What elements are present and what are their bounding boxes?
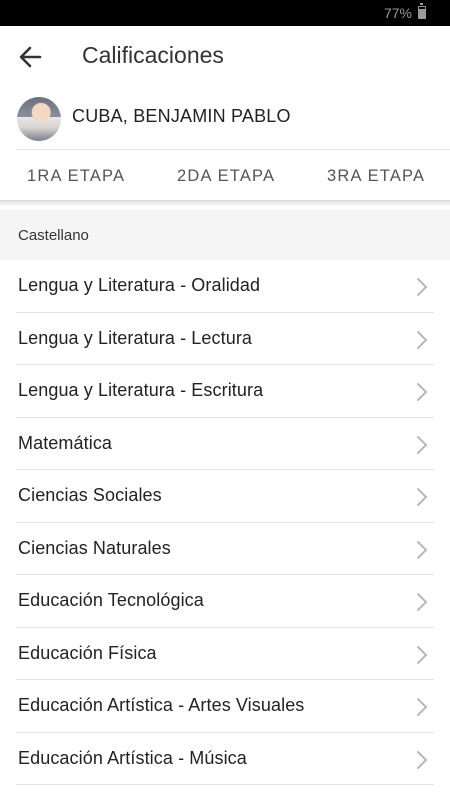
chevron-right-icon	[417, 540, 428, 559]
subject-label: Matemática	[18, 432, 113, 453]
section-title: Castellano	[18, 227, 89, 244]
chevron-right-icon	[417, 488, 428, 506]
avatar	[17, 97, 61, 141]
student-header: CUBA, BENJAMIN PABLO	[0, 94, 450, 150]
subject-label: Lengua y Literatura - Escritura	[18, 380, 264, 400]
chevron-right-icon	[417, 698, 428, 716]
section-header: Castellano	[0, 210, 450, 260]
subject-item-lengua-escritura[interactable]: Lengua y Literatura - Escritura	[0, 365, 450, 418]
subject-label: Ciencias Naturales	[18, 537, 171, 558]
subject-item-artes-visuales[interactable]: Educación Artística - Artes Visuales	[0, 680, 450, 733]
subject-item-educacion-tecnologica[interactable]: Educación Tecnológica	[0, 575, 450, 628]
page-title: Calificaciones	[82, 42, 224, 68]
battery-icon	[418, 3, 426, 19]
subject-label: Educación Artística - Música	[18, 747, 247, 768]
subject-item-lengua-lectura[interactable]: Lengua y Literatura - Lectura	[0, 313, 450, 365]
chevron-right-icon	[417, 278, 428, 296]
subject-list: Lengua y Literatura - Oralidad Lengua y …	[0, 260, 450, 785]
subject-label: Lengua y Literatura - Lectura	[18, 327, 253, 348]
arrow-left-icon	[19, 46, 42, 68]
status-bar: 77%	[0, 0, 450, 26]
subject-item-ciencias-naturales[interactable]: Ciencias Naturales	[0, 523, 450, 575]
subject-label: Educación Tecnológica	[18, 590, 204, 610]
subject-label: Lengua y Literatura - Oralidad	[18, 275, 261, 295]
chevron-right-icon	[417, 330, 428, 349]
subject-item-educacion-fisica[interactable]: Educación Física	[0, 628, 450, 680]
battery-percentage: 77%	[383, 5, 412, 21]
chevron-right-icon	[417, 435, 428, 454]
student-name: CUBA, BENJAMIN PABLO	[72, 106, 291, 126]
subject-item-matematica[interactable]: Matemática	[0, 418, 450, 470]
tab-2da-etapa[interactable]: 2DA ETAPA	[177, 167, 275, 186]
subject-item-lengua-oralidad[interactable]: Lengua y Literatura - Oralidad	[0, 260, 450, 313]
subject-item-ciencias-sociales[interactable]: Ciencias Sociales	[0, 470, 450, 523]
chevron-right-icon	[417, 750, 428, 769]
chevron-right-icon	[417, 593, 428, 611]
subject-item-musica[interactable]: Educación Artística - Música	[0, 733, 450, 785]
tabs-shadow	[0, 200, 450, 206]
stage-tabs: 1RA ETAPA 2DA ETAPA 3RA ETAPA	[0, 150, 450, 202]
chevron-right-icon	[417, 645, 428, 664]
tab-1ra-etapa[interactable]: 1RA ETAPA	[27, 167, 125, 186]
back-button[interactable]	[14, 40, 48, 74]
subject-label: Educación Artística - Artes Visuales	[18, 695, 305, 715]
divider	[16, 784, 434, 785]
chevron-right-icon	[417, 383, 428, 401]
subject-label: Ciencias Sociales	[18, 485, 162, 505]
app-bar: Calificaciones	[0, 26, 450, 86]
tab-3ra-etapa[interactable]: 3RA ETAPA	[327, 167, 425, 186]
subject-label: Educación Física	[18, 642, 157, 663]
